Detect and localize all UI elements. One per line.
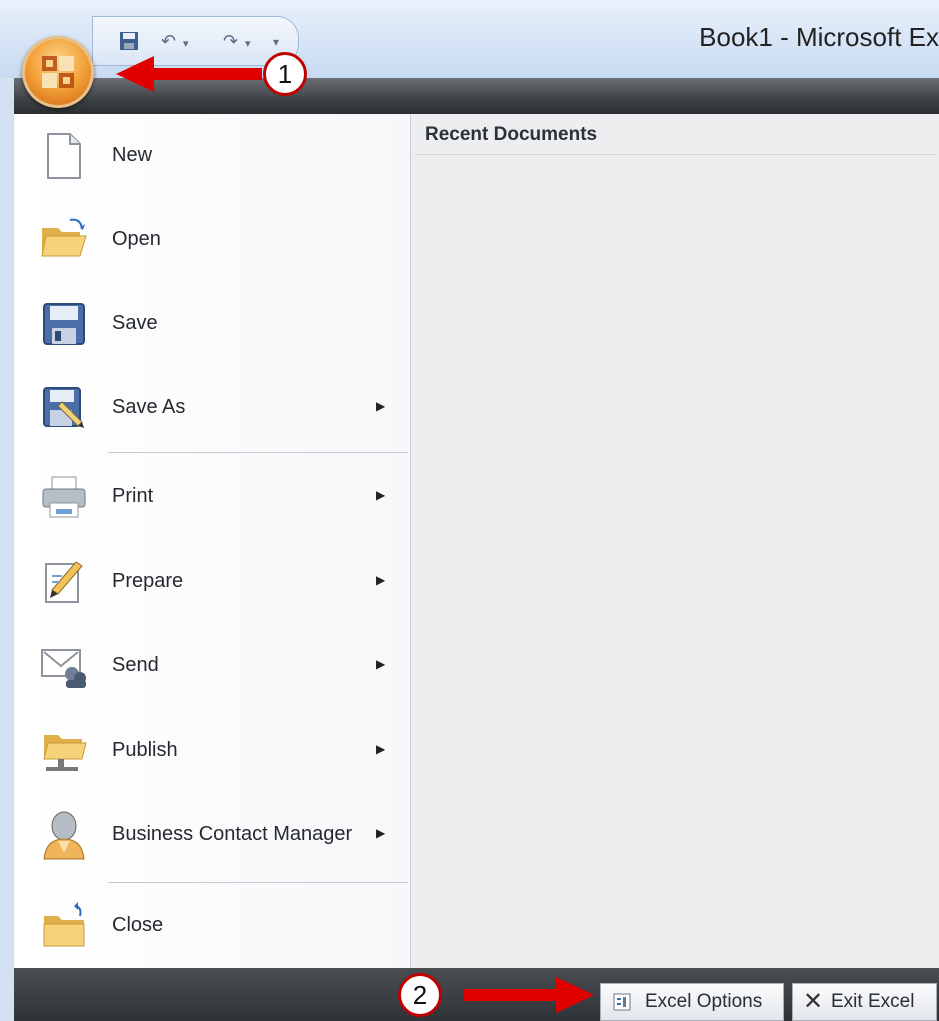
submenu-arrow-icon: ▶ xyxy=(376,573,386,587)
contact-person-icon xyxy=(43,811,85,860)
menu-item-label: Prepare xyxy=(112,570,184,592)
redo-dropdown-icon[interactable]: ▾ xyxy=(245,37,251,50)
file-menu-commands: New Open Save Save As ▶ Print ▶ Prepare … xyxy=(26,114,410,968)
menu-separator xyxy=(108,882,408,883)
menu-item-new[interactable]: New xyxy=(26,116,410,196)
prepare-pencil-icon xyxy=(45,561,83,603)
open-folder-icon xyxy=(41,218,87,257)
recent-documents-title: Recent Documents xyxy=(425,124,598,145)
office-button[interactable] xyxy=(22,36,94,108)
menu-separator xyxy=(108,452,408,453)
callout-2: 2 xyxy=(398,973,442,1017)
customize-icon[interactable]: ▾ xyxy=(273,35,279,49)
menu-item-save[interactable]: Save xyxy=(26,284,410,364)
undo-icon[interactable]: ↶ xyxy=(161,31,176,52)
exit-excel-label: Exit Excel xyxy=(831,991,915,1012)
submenu-arrow-icon: ▶ xyxy=(376,488,386,502)
undo-dropdown-icon[interactable]: ▾ xyxy=(183,37,189,50)
menu-item-publish[interactable]: Publish ▶ xyxy=(26,711,410,791)
office-logo-icon xyxy=(42,56,74,88)
menu-item-label: New xyxy=(112,144,153,166)
redo-icon[interactable]: ↷ xyxy=(223,31,238,52)
exit-excel-button[interactable]: ✕ Exit Excel xyxy=(792,983,937,1021)
red-arrow-2-icon xyxy=(464,977,594,1013)
menu-item-print[interactable]: Print ▶ xyxy=(26,457,410,537)
save-disk-icon xyxy=(43,303,85,345)
submenu-arrow-icon: ▶ xyxy=(376,657,386,671)
menu-item-label: Open xyxy=(112,228,161,250)
menu-item-label: Close xyxy=(112,914,164,936)
menu-item-label: Business Contact Manager xyxy=(112,823,353,845)
menu-item-label: Save xyxy=(112,312,158,334)
menu-item-label: Save As xyxy=(112,396,186,418)
menu-item-label: Send xyxy=(112,654,159,676)
submenu-arrow-icon: ▶ xyxy=(376,742,386,756)
window-border xyxy=(0,78,14,1021)
publish-folder-icon xyxy=(43,735,87,771)
menu-item-label: Publish xyxy=(112,739,178,761)
window-title: Book1 - Microsoft Ex xyxy=(699,22,939,52)
excel-window: ↶ ▾ ↷ ▾ ▾ Book1 - Microsoft Ex 1 New Ope… xyxy=(0,0,939,1021)
menu-item-open[interactable]: Open xyxy=(26,200,410,280)
menu-item-close[interactable]: Close xyxy=(26,886,410,966)
new-document-icon xyxy=(47,133,81,179)
menu-item-prepare[interactable]: Prepare ▶ xyxy=(26,542,410,622)
close-folder-icon xyxy=(43,902,85,947)
excel-options-label: Excel Options xyxy=(645,991,763,1012)
menu-item-save-as[interactable]: Save As ▶ xyxy=(26,368,410,448)
red-arrow-1-icon xyxy=(116,56,262,92)
menu-item-send[interactable]: Send ▶ xyxy=(26,626,410,706)
callout-1: 1 xyxy=(263,52,307,96)
submenu-arrow-icon: ▶ xyxy=(376,399,386,413)
close-x-icon: ✕ xyxy=(803,988,824,1015)
menu-item-label: Print xyxy=(112,485,154,507)
excel-options-button[interactable]: Excel Options xyxy=(600,983,784,1021)
printer-icon xyxy=(42,476,86,518)
recent-documents-panel: Recent Documents xyxy=(410,114,939,968)
send-icon xyxy=(41,649,86,688)
recent-documents-divider xyxy=(415,154,936,155)
options-icon xyxy=(613,993,631,1011)
save-as-icon xyxy=(43,387,84,428)
submenu-arrow-icon: ▶ xyxy=(376,826,386,840)
menu-item-business-contact-manager[interactable]: Business Contact Manager ▶ xyxy=(26,795,410,875)
